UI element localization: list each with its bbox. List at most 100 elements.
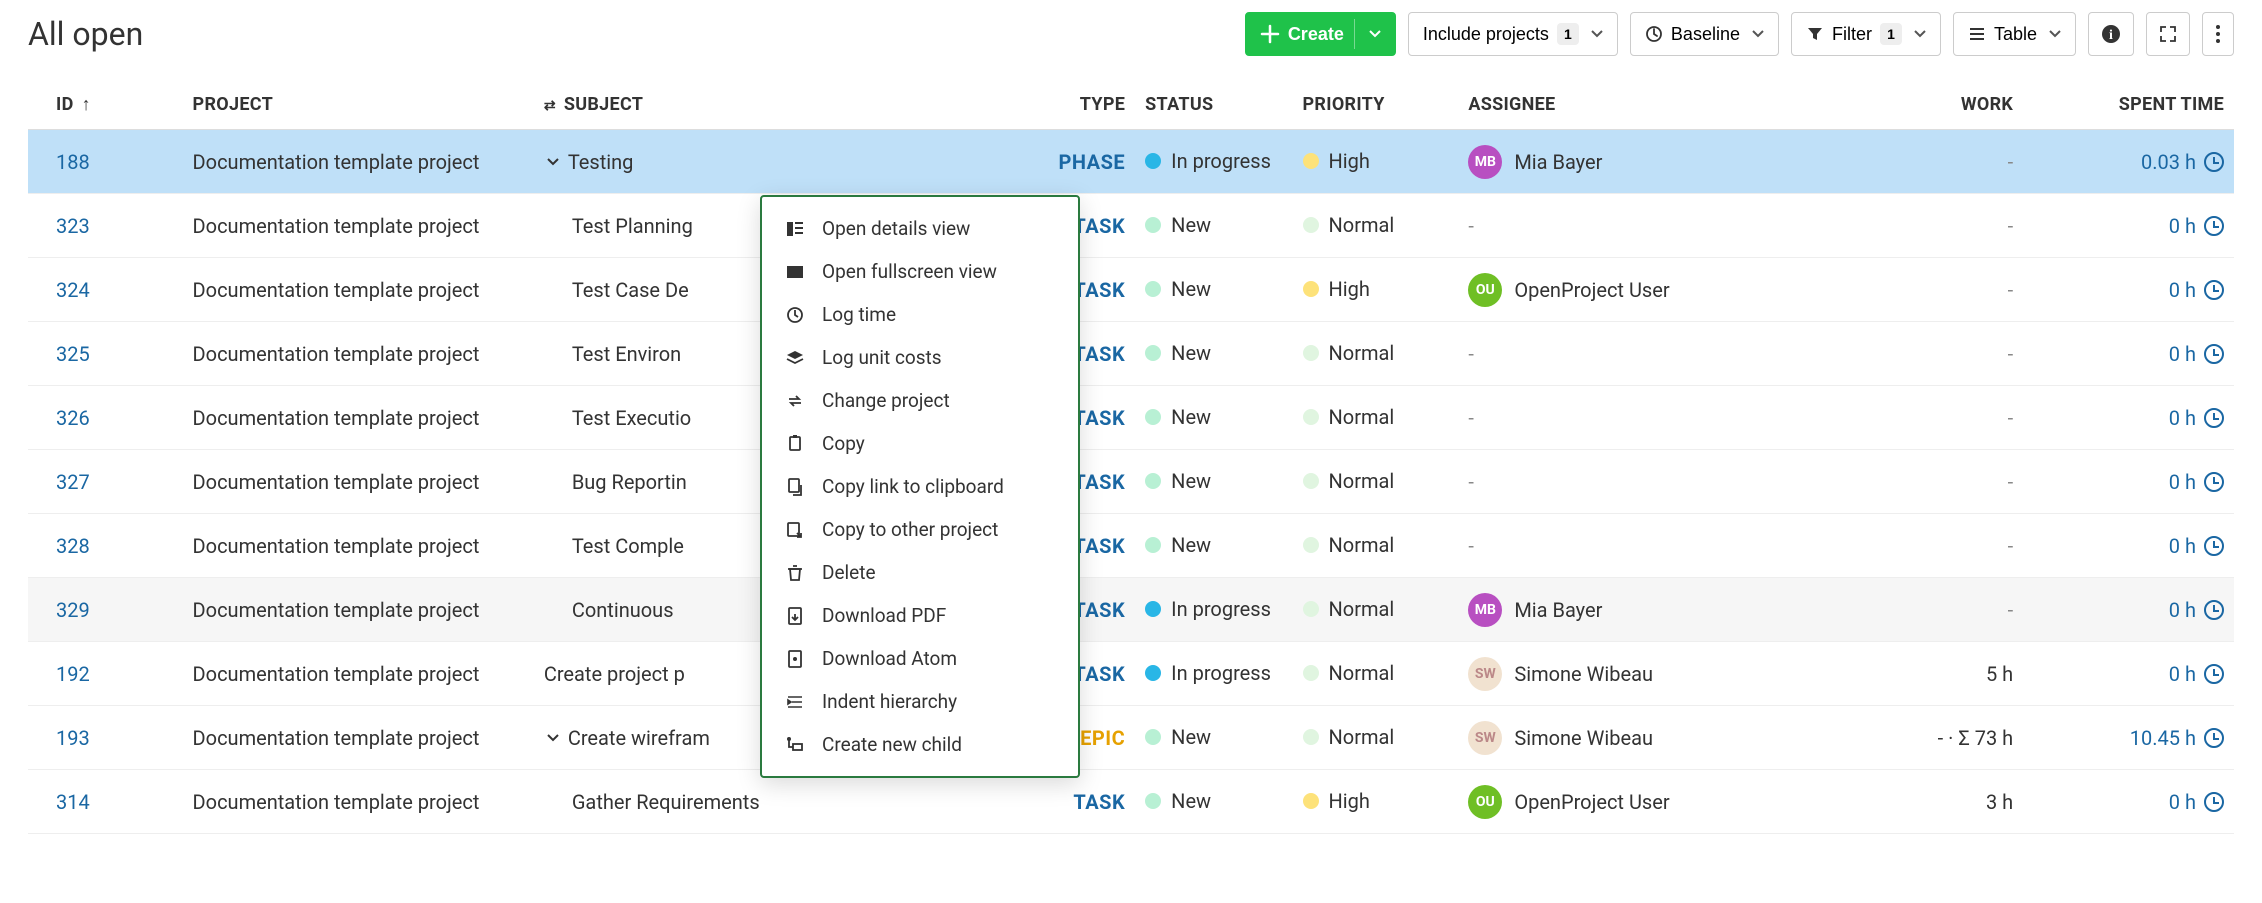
page-title: All open [28, 15, 143, 53]
work-package-id-link[interactable]: 192 [56, 662, 90, 686]
assignee-cell[interactable]: SWSimone Wibeau [1468, 721, 1653, 755]
spent-time-cell[interactable]: 0 h [2033, 790, 2224, 814]
table-row[interactable]: 328Documentation template projectTest Co… [28, 514, 2234, 578]
table-view-label: Table [1994, 24, 2037, 45]
clock-icon [2204, 344, 2224, 364]
spent-time-cell[interactable]: 0 h [2033, 598, 2224, 622]
context-menu-label: Log unit costs [822, 346, 942, 369]
context-menu-item[interactable]: Log time [762, 293, 1078, 336]
info-button[interactable]: i [2088, 12, 2134, 56]
context-menu-label: Copy [822, 432, 865, 455]
context-menu-item[interactable]: Open fullscreen view [762, 250, 1078, 293]
filter-button[interactable]: Filter 1 [1791, 12, 1941, 56]
spent-time-cell[interactable]: 0 h [2033, 534, 2224, 558]
work-package-id-link[interactable]: 323 [56, 214, 90, 238]
col-status[interactable]: STATUS [1135, 80, 1292, 130]
status-dot-icon [1145, 729, 1161, 745]
priority-cell: Normal [1303, 597, 1395, 621]
context-menu-item[interactable]: Open details view [762, 207, 1078, 250]
context-menu-item[interactable]: Delete [762, 551, 1078, 594]
type-badge: PHASE [1058, 150, 1125, 174]
subject-text: Test Environ [572, 342, 681, 366]
chevron-down-icon [1369, 28, 1381, 40]
fullscreen-button[interactable] [2146, 12, 2190, 56]
subject-cell[interactable]: Gather Requirements [534, 770, 1000, 834]
table-row[interactable]: 329Documentation template projectContinu… [28, 578, 2234, 642]
work-cell: - [1779, 514, 2023, 578]
spent-time-cell[interactable]: 0 h [2033, 342, 2224, 366]
status-dot-icon [1145, 793, 1161, 809]
context-menu-item[interactable]: Download Atom [762, 637, 1078, 680]
context-menu-item[interactable]: Download PDF [762, 594, 1078, 637]
type-badge: TASK [1073, 342, 1125, 366]
priority-cell: Normal [1303, 469, 1395, 493]
assignee-cell[interactable]: MBMia Bayer [1468, 145, 1602, 179]
table-view-button[interactable]: Table [1953, 12, 2076, 56]
clock-icon [784, 304, 806, 326]
create-button[interactable]: Create [1245, 12, 1396, 56]
avatar: SW [1468, 721, 1502, 755]
spent-time-cell[interactable]: 0 h [2033, 278, 2224, 302]
assignee-cell[interactable]: OUOpenProject User [1468, 785, 1669, 819]
table-row[interactable]: 192Documentation template projectCreate … [28, 642, 2234, 706]
create-button-label: Create [1288, 24, 1344, 45]
work-package-id-link[interactable]: 325 [56, 342, 90, 366]
work-package-id-link[interactable]: 329 [56, 598, 90, 622]
info-icon: i [2101, 24, 2121, 44]
work-package-id-link[interactable]: 188 [56, 150, 90, 174]
avatar: MB [1468, 593, 1502, 627]
table-row[interactable]: 193Documentation template projectCreate … [28, 706, 2234, 770]
table-row[interactable]: 325Documentation template projectTest En… [28, 322, 2234, 386]
expand-toggle-icon[interactable] [544, 155, 562, 169]
status-cell: New [1145, 213, 1211, 237]
work-package-id-link[interactable]: 193 [56, 726, 90, 750]
col-priority[interactable]: PRIORITY [1293, 80, 1459, 130]
context-menu-item[interactable]: Log unit costs [762, 336, 1078, 379]
spent-time-cell[interactable]: 0.03 h [2033, 150, 2224, 174]
work-package-id-link[interactable]: 327 [56, 470, 90, 494]
context-menu-item[interactable]: Copy link to clipboard [762, 465, 1078, 508]
spent-time-cell[interactable]: 0 h [2033, 406, 2224, 430]
context-menu-item[interactable]: Copy to other project [762, 508, 1078, 551]
table-row[interactable]: 324Documentation template projectTest Ca… [28, 258, 2234, 322]
table-row[interactable]: 327Documentation template projectBug Rep… [28, 450, 2234, 514]
col-spent[interactable]: SPENT TIME [2023, 80, 2234, 130]
spent-time-cell[interactable]: 0 h [2033, 470, 2224, 494]
col-project[interactable]: PROJECT [183, 80, 534, 130]
include-projects-button[interactable]: Include projects 1 [1408, 12, 1618, 56]
col-type[interactable]: TYPE [1000, 80, 1135, 130]
table-row[interactable]: 314Documentation template projectGather … [28, 770, 2234, 834]
spent-time-cell[interactable]: 0 h [2033, 214, 2224, 238]
work-package-id-link[interactable]: 326 [56, 406, 90, 430]
col-assignee[interactable]: ASSIGNEE [1458, 80, 1778, 130]
assignee-cell[interactable]: SWSimone Wibeau [1468, 657, 1653, 691]
context-menu-item[interactable]: Change project [762, 379, 1078, 422]
work-package-id-link[interactable]: 328 [56, 534, 90, 558]
indent-icon [784, 691, 806, 713]
col-subject[interactable]: ⇄SUBJECT [534, 80, 1000, 130]
context-menu-item[interactable]: Copy [762, 422, 1078, 465]
context-menu-item[interactable]: Indent hierarchy [762, 680, 1078, 723]
baseline-button[interactable]: Baseline [1630, 12, 1779, 56]
status-cell: New [1145, 533, 1211, 557]
assignee-cell[interactable]: MBMia Bayer [1468, 593, 1602, 627]
spent-time-cell[interactable]: 10.45 h [2033, 726, 2224, 750]
more-menu-button[interactable] [2202, 12, 2234, 56]
work-package-id-link[interactable]: 314 [56, 790, 90, 814]
work-package-id-link[interactable]: 324 [56, 278, 90, 302]
expand-toggle-icon[interactable] [544, 731, 562, 745]
assignee-cell[interactable]: OUOpenProject User [1468, 273, 1669, 307]
priority-cell: Normal [1303, 405, 1395, 429]
spent-time-cell[interactable]: 0 h [2033, 662, 2224, 686]
table-row[interactable]: 326Documentation template projectTest Ex… [28, 386, 2234, 450]
baseline-icon [1645, 25, 1663, 43]
col-work[interactable]: WORK [1779, 80, 2023, 130]
subject-cell[interactable]: Testing [534, 130, 1000, 194]
filter-count: 1 [1880, 23, 1902, 45]
col-id[interactable]: ID↑ [28, 80, 183, 130]
table-row[interactable]: 188Documentation template projectTesting… [28, 130, 2234, 194]
priority-dot-icon [1303, 473, 1319, 489]
context-menu-item[interactable]: Create new child [762, 723, 1078, 766]
table-row[interactable]: 323Documentation template projectTest Pl… [28, 194, 2234, 258]
assignee-cell: - [1468, 214, 1474, 238]
